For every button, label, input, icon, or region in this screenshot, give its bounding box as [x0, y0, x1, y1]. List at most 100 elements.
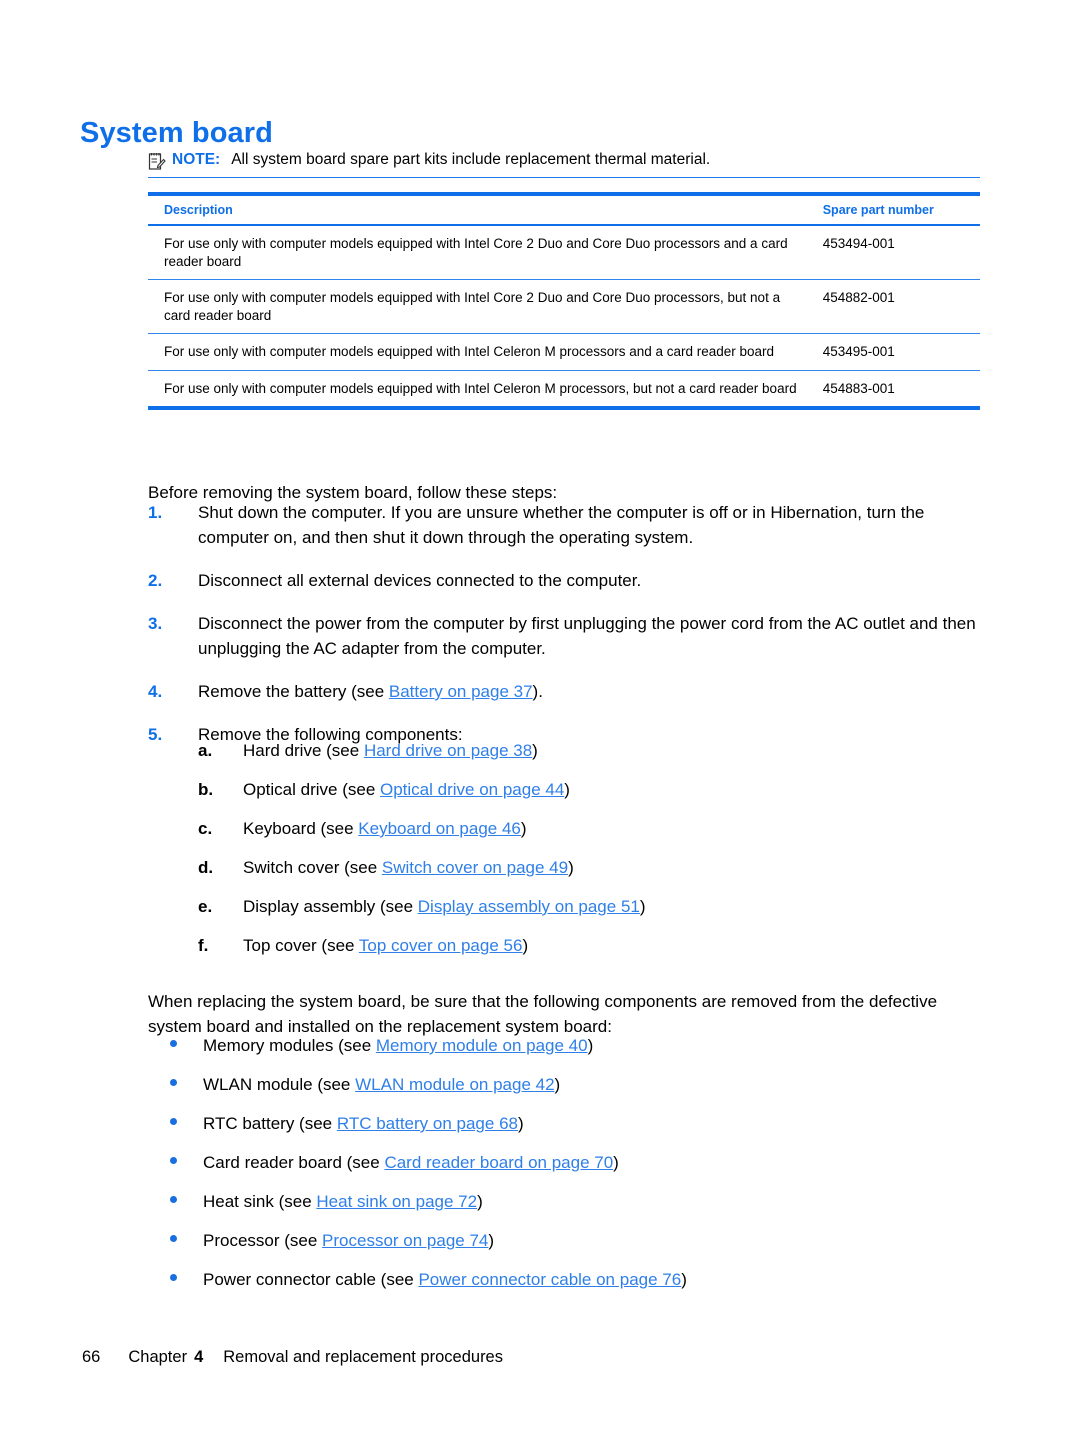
- table-header-row: Description Spare part number: [148, 194, 980, 226]
- components-bullet-list: Memory modules (see Memory module on pag…: [148, 1033, 993, 1306]
- cross-reference-link-display-assembly[interactable]: Display assembly on page 51: [418, 897, 640, 916]
- bullet-dot-icon: [148, 1267, 203, 1292]
- footer-page-number: 66: [82, 1348, 101, 1366]
- cross-reference-link-battery[interactable]: Battery on page 37: [389, 682, 533, 701]
- bullet-text-before: RTC battery (see: [203, 1114, 337, 1133]
- page-footer: 66 Chapter 4 Removal and replacement pro…: [82, 1348, 503, 1367]
- substep-text: Hard drive (see Hard drive on page 38): [243, 738, 998, 763]
- cell-description: For use only with computer models equipp…: [164, 380, 797, 396]
- substep-marker: d.: [198, 858, 214, 877]
- cell-spare-part-number: 453494-001: [822, 225, 980, 280]
- substep-text-before: Hard drive (see: [243, 741, 364, 760]
- bullet-text-before: Heat sink (see: [203, 1192, 317, 1211]
- substep-marker: a.: [198, 741, 213, 760]
- cross-reference-link-processor[interactable]: Processor on page 74: [322, 1231, 488, 1250]
- cross-reference-link-top-cover[interactable]: Top cover on page 56: [359, 936, 523, 955]
- bullet-text: Memory modules (see Memory module on pag…: [203, 1033, 993, 1058]
- cell-spare-part-number: 454883-001: [822, 380, 895, 396]
- bullet-text-before: Card reader board (see: [203, 1153, 385, 1172]
- substep-text-before: Switch cover (see: [243, 858, 382, 877]
- step-text-after: ).: [532, 682, 543, 701]
- bullet-text-after: ): [488, 1231, 495, 1250]
- substep-marker: c.: [198, 819, 213, 838]
- table-body: For use only with computer models equipp…: [148, 225, 980, 408]
- cross-reference-link-hard-drive[interactable]: Hard drive on page 38: [364, 741, 532, 760]
- list-item: WLAN module (see WLAN module on page 42): [148, 1072, 993, 1097]
- step-marker: 4.: [148, 682, 163, 701]
- cross-reference-link-memory-module[interactable]: Memory module on page 40: [376, 1036, 588, 1055]
- bullet-text: Card reader board (see Card reader board…: [203, 1150, 993, 1175]
- cell-spare-part-number: 453495-001: [822, 333, 980, 371]
- step-item: 1. Shut down the computer. If you are un…: [148, 500, 993, 550]
- substep-text-before: Optical drive (see: [243, 780, 380, 799]
- cross-reference-link-card-reader-board[interactable]: Card reader board on page 70: [384, 1153, 613, 1172]
- substep-item: f. Top cover (see Top cover on page 56): [198, 933, 998, 958]
- substep-text: Display assembly (see Display assembly o…: [243, 894, 998, 919]
- cross-reference-link-optical-drive[interactable]: Optical drive on page 44: [380, 780, 564, 799]
- bullet-dot-icon: [148, 1150, 203, 1175]
- bullet-text-before: Memory modules (see: [203, 1036, 376, 1055]
- substep-text-after: ): [522, 936, 529, 955]
- bullet-dot-icon: [148, 1072, 203, 1097]
- component-substeps-list: a. Hard drive (see Hard drive on page 38…: [198, 738, 998, 972]
- cell-spare-part-number: 454882-001: [822, 279, 980, 334]
- bullet-text: Processor (see Processor on page 74): [203, 1228, 993, 1253]
- page-title: System board: [80, 117, 273, 150]
- substep-text: Switch cover (see Switch cover on page 4…: [243, 855, 998, 880]
- bullet-text: RTC battery (see RTC battery on page 68): [203, 1111, 993, 1136]
- step-marker: 2.: [148, 571, 163, 590]
- bullet-text-after: ): [517, 1114, 524, 1133]
- substep-text-after: ): [520, 819, 527, 838]
- substep-text-before: Keyboard (see: [243, 819, 359, 838]
- substep-item: b. Optical drive (see Optical drive on p…: [198, 777, 998, 802]
- bullet-text: Heat sink (see Heat sink on page 72): [203, 1189, 993, 1214]
- bullet-text-after: ): [554, 1075, 561, 1094]
- substep-text: Optical drive (see Optical drive on page…: [243, 777, 998, 802]
- step-marker: 3.: [148, 614, 163, 633]
- replacement-paragraph: When replacing the system board, be sure…: [148, 992, 938, 1036]
- substep-text: Keyboard (see Keyboard on page 46): [243, 816, 998, 841]
- step-marker: 5.: [148, 725, 163, 744]
- list-item: Heat sink (see Heat sink on page 72): [148, 1189, 993, 1214]
- bullet-text: Power connector cable (see Power connect…: [203, 1267, 993, 1292]
- cross-reference-link-rtc-battery[interactable]: RTC battery on page 68: [337, 1114, 518, 1133]
- list-item: Memory modules (see Memory module on pag…: [148, 1033, 993, 1058]
- cross-reference-link-keyboard[interactable]: Keyboard on page 46: [358, 819, 521, 838]
- table-row: For use only with computer models equipp…: [148, 225, 980, 280]
- column-header-description: Description: [148, 194, 823, 226]
- cell-description: For use only with computer models equipp…: [148, 279, 823, 334]
- step-item: 2. Disconnect all external devices conne…: [148, 568, 993, 593]
- bullet-text-after: ): [477, 1192, 483, 1211]
- bullet-text-before: WLAN module (see: [203, 1075, 356, 1094]
- bullet-text-after: ): [681, 1270, 687, 1289]
- substep-text-before: Display assembly (see: [243, 897, 418, 916]
- substep-marker: f.: [198, 936, 209, 955]
- step-item: 4. Remove the battery (see Battery on pa…: [148, 679, 993, 704]
- bullet-text-before: Processor (see: [203, 1231, 323, 1250]
- substep-item: e. Display assembly (see Display assembl…: [198, 894, 998, 919]
- list-item: RTC battery (see RTC battery on page 68): [148, 1111, 993, 1136]
- column-header-spare-part-number: Spare part number: [822, 194, 980, 226]
- bullet-text: WLAN module (see WLAN module on page 42): [203, 1072, 993, 1097]
- cross-reference-link-wlan-module[interactable]: WLAN module on page 42: [355, 1075, 554, 1094]
- step-text: Disconnect the power from the computer b…: [198, 614, 976, 658]
- step-marker: 1.: [148, 503, 163, 522]
- substep-text-before: Top cover (see: [243, 936, 359, 955]
- cross-reference-link-switch-cover[interactable]: Switch cover on page 49: [382, 858, 568, 877]
- substep-marker: e.: [198, 897, 213, 916]
- bullet-dot-icon: [148, 1111, 203, 1136]
- cross-reference-link-power-connector-cable[interactable]: Power connector cable on page 76: [418, 1270, 681, 1289]
- substep-text-after: ): [532, 741, 538, 760]
- bullet-dot-icon: [148, 1033, 203, 1058]
- bullet-dot-icon: [148, 1189, 203, 1214]
- substep-item: d. Switch cover (see Switch cover on pag…: [198, 855, 998, 880]
- document-page: System board NOTE: All system board spar…: [0, 0, 1080, 1437]
- cell-description: For use only with computer models equipp…: [148, 333, 823, 371]
- table-row: For use only with computer models equipp…: [148, 370, 980, 408]
- cross-reference-link-heat-sink[interactable]: Heat sink on page 72: [316, 1192, 477, 1211]
- list-item: Card reader board (see Card reader board…: [148, 1150, 993, 1175]
- bullet-text-after: ): [587, 1036, 594, 1055]
- substep-text-after: ): [639, 897, 646, 916]
- cell-description: For use only with computer models equipp…: [148, 225, 823, 280]
- step-text: Remove the battery (see Battery on page …: [198, 679, 993, 704]
